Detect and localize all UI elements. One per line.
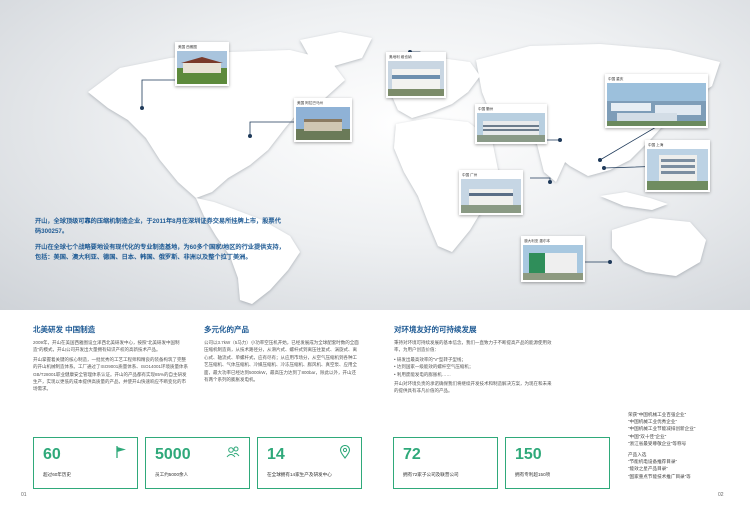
stat-label: 在全球拥有14家生产及研发中心 bbox=[267, 472, 332, 477]
photo-chongqing: 中国 重庆 bbox=[605, 74, 708, 128]
column-title-rnd: 北美研发 中国制造 bbox=[33, 325, 96, 334]
paragraph: 秉持对环境可持续发展的基本信念，我们一直致力于不断提高产品的能源使用效率，为用户… bbox=[394, 340, 552, 353]
honor-item: “能效之星产品目录” bbox=[628, 466, 668, 472]
photo-alabama: 美国 阿拉巴马州 bbox=[294, 98, 352, 142]
stat-card-subsidiaries: 72 拥有72家子公司及联营公司 bbox=[393, 437, 498, 489]
australia-shape bbox=[612, 218, 706, 276]
stat-label: 员工约5000余人 bbox=[155, 472, 189, 477]
photo-caption: 美国 西雅图 bbox=[178, 45, 197, 49]
column-text-rnd: 2009年，开山在美国西雅图设立泽西北美研发中心，按照“北美研发中国制造”的模式… bbox=[33, 339, 189, 395]
column-title-products: 多元化的产品 bbox=[204, 325, 249, 334]
stat-label: 超过60年历史 bbox=[43, 472, 72, 477]
stat-value: 72 bbox=[403, 446, 421, 463]
photo-caption: 奥地利 维也纳 bbox=[389, 55, 412, 59]
melbourne-building-image bbox=[523, 245, 583, 280]
photo-seattle: 美国 西雅图 bbox=[175, 42, 229, 86]
page-number-left: 01 bbox=[21, 492, 27, 498]
stat-label: 拥有72家子公司及联营公司 bbox=[403, 472, 459, 477]
honor-item: 产品入选 bbox=[628, 452, 647, 458]
photo-caption: 美国 阿拉巴马州 bbox=[297, 101, 324, 105]
shanghai-building-image bbox=[647, 149, 708, 190]
paragraph: 2009年，开山在美国西雅图设立泽西北美研发中心，按照“北美研发中国制造”的模式… bbox=[33, 340, 180, 353]
honor-item: “浙江省最受尊敬企业”等称号 bbox=[628, 440, 687, 446]
hero-world-map: 开山，全球顶级可靠的压缩机制造企业，于2011年8月在深圳证券交易所挂牌上市，股… bbox=[0, 0, 750, 310]
stat-card-centers: 14 在全球拥有14家生产及研发中心 bbox=[257, 437, 362, 489]
chongqing-industrial-park-image bbox=[607, 83, 706, 126]
column-text-products: 公司以3.7kW（5马力）小功率空压机开始，已经发展成为全球配套时数的全面压缩机… bbox=[204, 339, 359, 385]
intro-bases: 开山在全球七个战略要地设有现代化的专业制造基地，为60多个国家/地区的行业提供支… bbox=[35, 244, 285, 261]
stat-card-employees: 5000 员工约5000余人 bbox=[145, 437, 250, 489]
bullet-item: • 利用废能发电的膨胀机…… bbox=[394, 371, 451, 377]
photo-caption: 中国 衢州 bbox=[478, 107, 494, 111]
stat-value: 60 bbox=[43, 446, 61, 463]
vienna-building-image bbox=[388, 61, 444, 96]
photo-shanghai: 中国 上海 bbox=[645, 140, 710, 192]
honor-item: “中国机械工业优秀企业” bbox=[628, 419, 677, 425]
honor-item: “国家重点节能技术推广目录”等 bbox=[628, 473, 691, 479]
photo-melbourne: 澳大利亚 墨尔本 bbox=[521, 236, 585, 282]
paragraph: 开山对环境负责的承诺确保我们将继续开发技术和制造解决方案，为现在和未来的提供具有… bbox=[394, 381, 552, 394]
people-icon bbox=[226, 446, 240, 458]
photo-vienna: 奥地利 维也纳 bbox=[386, 52, 446, 98]
flag-icon bbox=[116, 446, 126, 458]
seattle-building-image bbox=[177, 51, 227, 84]
bullet-item: • 达到国家一级能效的螺杆空气压缩机； bbox=[394, 364, 474, 370]
honor-item: “中国”双十佳”企业” bbox=[628, 433, 667, 439]
photo-caption: 澳大利亚 墨尔本 bbox=[524, 239, 551, 243]
guangzhou-building-image bbox=[461, 179, 521, 213]
photo-guangzhou: 中国 广州 bbox=[459, 170, 523, 215]
photo-caption: 中国 上海 bbox=[648, 143, 664, 147]
photo-caption: 中国 广州 bbox=[462, 173, 478, 177]
paragraph: 开山掌握着关键的核心制造，一批优秀的工艺工程师和精良的装备构筑了完整的开山机械制… bbox=[33, 356, 189, 392]
location-pin-icon bbox=[339, 445, 351, 459]
stat-label: 拥有专利超150项 bbox=[515, 472, 551, 477]
honor-item: “中国机械工业节能减排创新企业” bbox=[628, 426, 696, 432]
photo-caption: 中国 重庆 bbox=[608, 77, 624, 81]
column-text-sustainability: 秉持对环境可持续发展的基本信念，我们一直致力于不断提高产品的能源使用效率，为用户… bbox=[394, 339, 552, 397]
stat-card-history: 60 超过60年历史 bbox=[33, 437, 138, 489]
paragraph: 公司以3.7kW（5马力）小功率空压机开始，已经发展成为全球配套时数的全面压缩机… bbox=[204, 340, 359, 383]
column-title-sustainability: 对环境友好的可持续发展 bbox=[394, 325, 477, 334]
stat-value: 5000 bbox=[155, 446, 191, 463]
stat-value: 150 bbox=[515, 446, 542, 463]
honors-list: 荣获“中国机械工业百强企业” “中国机械工业优秀企业” “中国机械工业节能减排创… bbox=[628, 411, 695, 480]
company-intro: 开山，全球顶级可靠的压缩机制造企业，于2011年8月在深圳证券交易所挂牌上市，股… bbox=[35, 217, 285, 269]
stat-value: 14 bbox=[267, 446, 285, 463]
alabama-building-image bbox=[296, 107, 350, 140]
honor-item: “节能机电设备推荐目录” bbox=[628, 459, 677, 465]
honor-item: 荣获“中国机械工业百强企业” bbox=[628, 412, 687, 417]
photo-quzhou: 中国 衢州 bbox=[475, 104, 547, 144]
quzhou-building-image bbox=[477, 113, 545, 142]
intro-listing: 开山，全球顶级可靠的压缩机制造企业，于2011年8月在深圳证券交易所挂牌上市，股… bbox=[35, 218, 281, 235]
bullet-item: • 研发出最高效率的“V”型转子型线； bbox=[394, 356, 466, 362]
page-number-right: 02 bbox=[718, 492, 724, 498]
stat-card-patents: 150 拥有专利超150项 bbox=[505, 437, 610, 489]
